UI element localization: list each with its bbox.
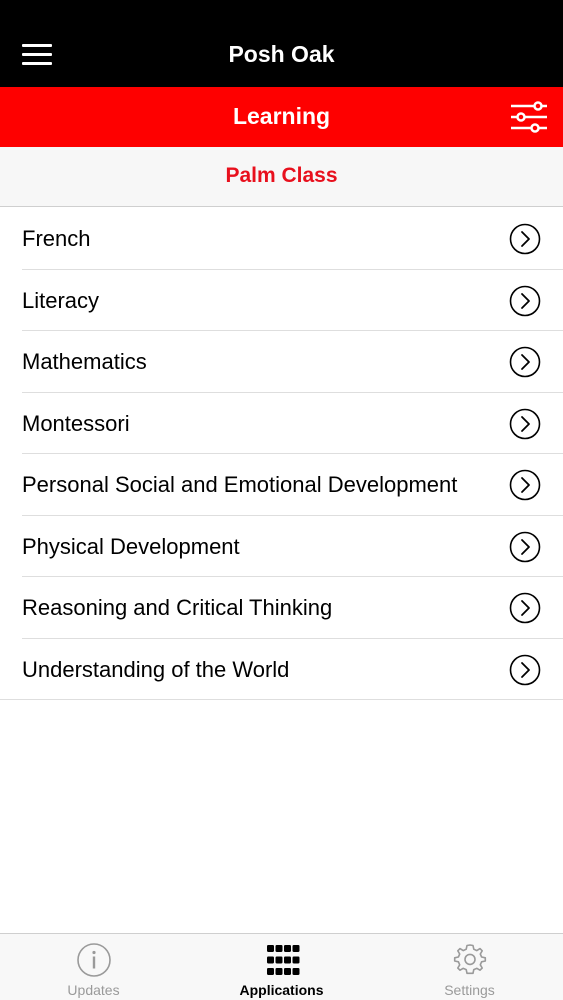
chevron-right-circle-icon [509,592,541,624]
app-title: Posh Oak [228,41,335,67]
tab-label: Applications [239,982,324,998]
list-item-mathematics[interactable]: Mathematics [0,331,563,393]
list-item-label: Mathematics [22,349,147,374]
chevron-right-circle-icon [509,654,541,685]
tab-settings[interactable]: Settings [376,934,563,1000]
class-header: Palm Class [0,147,563,207]
chevron-right-circle-icon [509,346,541,378]
gear-icon [453,944,487,975]
grid-icon [267,945,300,975]
bottom-tab-bar: Updates Applications Settings [0,933,563,1000]
subject-list: French Literacy Mathematics Montessori P… [0,208,563,700]
list-item-label: Understanding of the World [22,656,290,682]
list-item-label: Personal Social and Emotional Developmen… [22,472,458,497]
tab-applications[interactable]: Applications [188,934,375,1000]
list-item-label: Montessori [22,410,130,436]
tab-label: Updates [67,982,120,998]
list-item-personal-social-emotional[interactable]: Personal Social and Emotional Developmen… [0,454,563,516]
chevron-right-circle-icon [509,408,541,439]
list-item-label: Literacy [22,287,100,313]
list-item-physical-development[interactable]: Physical Development [0,516,563,578]
list-item-label: French [22,226,91,251]
section-bar: Learning [0,87,563,147]
list-item-label: Reasoning and Critical Thinking [22,595,333,620]
chevron-right-circle-icon [509,223,541,255]
top-navigation-bar: Posh Oak [0,0,563,87]
info-icon [77,943,111,977]
list-item-label: Physical Development [22,533,240,559]
class-title: Palm Class [225,164,338,187]
list-item-literacy[interactable]: Literacy [0,270,563,332]
chevron-right-circle-icon [509,469,541,501]
tab-label: Settings [444,982,495,998]
chevron-right-circle-icon [509,531,541,562]
list-item-montessori[interactable]: Montessori [0,393,563,455]
chevron-right-circle-icon [509,285,541,316]
list-item-understanding-world[interactable]: Understanding of the World [0,639,563,701]
section-title: Learning [232,103,331,129]
tab-updates[interactable]: Updates [0,934,187,1000]
sliders-filter-icon[interactable] [508,101,550,133]
list-item-french[interactable]: French [0,208,563,270]
list-item-reasoning-critical-thinking[interactable]: Reasoning and Critical Thinking [0,577,563,639]
